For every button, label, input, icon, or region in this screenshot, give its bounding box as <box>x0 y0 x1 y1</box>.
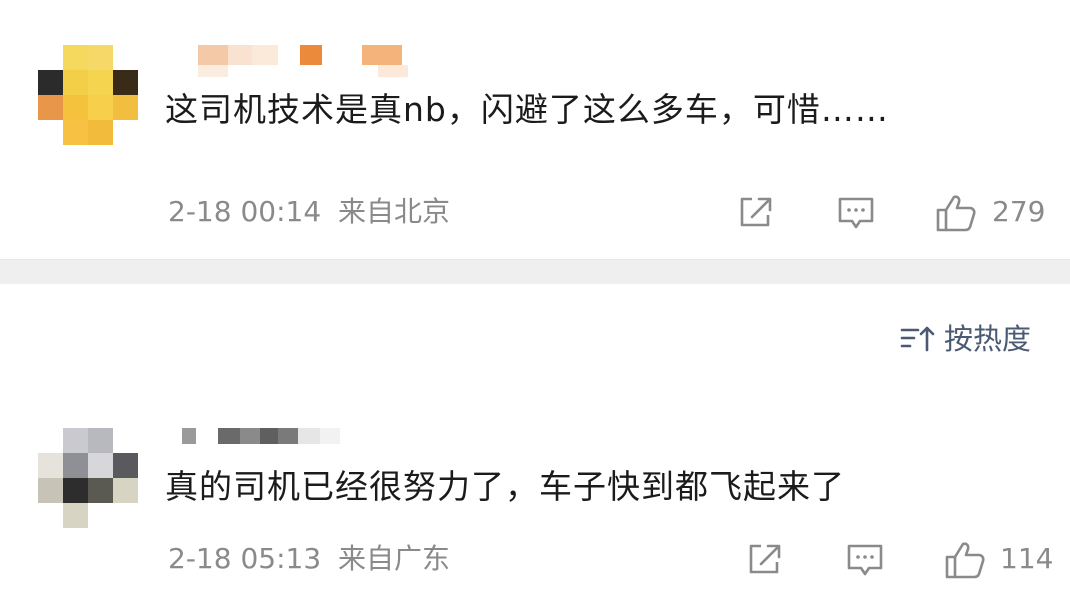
avatar[interactable] <box>38 428 138 528</box>
comment-text: 真的司机已经很努力了，车子快到都飞起来了 <box>165 467 845 506</box>
section-divider <box>0 259 1070 284</box>
comment-location: 来自北京 <box>338 195 451 228</box>
sort-by-hot-button[interactable]: 按热度 <box>900 319 1031 359</box>
avatar[interactable] <box>38 45 138 145</box>
sort-icon <box>900 326 935 352</box>
comment-meta: 2-18 00:14 来自北京 <box>168 195 450 229</box>
comment-location: 来自广东 <box>338 542 451 575</box>
username-shadow <box>198 65 408 77</box>
username[interactable] <box>182 428 340 444</box>
share-icon[interactable] <box>738 195 774 229</box>
comment-icon[interactable] <box>836 195 876 231</box>
sort-label: 按热度 <box>944 322 1032 356</box>
comment-time: 2-18 00:14 <box>168 195 322 228</box>
thumbs-up-icon[interactable] <box>944 540 986 580</box>
username[interactable] <box>198 45 402 65</box>
share-icon[interactable] <box>747 542 783 576</box>
comment-icon[interactable] <box>845 542 885 578</box>
like-count: 279 <box>992 195 1046 228</box>
like-count: 114 <box>1000 542 1054 575</box>
comment-time: 2-18 05:13 <box>168 542 322 575</box>
comment-text: 这司机技术是真nb，闪避了这么多车，可惜…… <box>165 90 889 129</box>
comment-meta: 2-18 05:13 来自广东 <box>168 542 450 576</box>
thumbs-up-icon[interactable] <box>935 193 977 233</box>
